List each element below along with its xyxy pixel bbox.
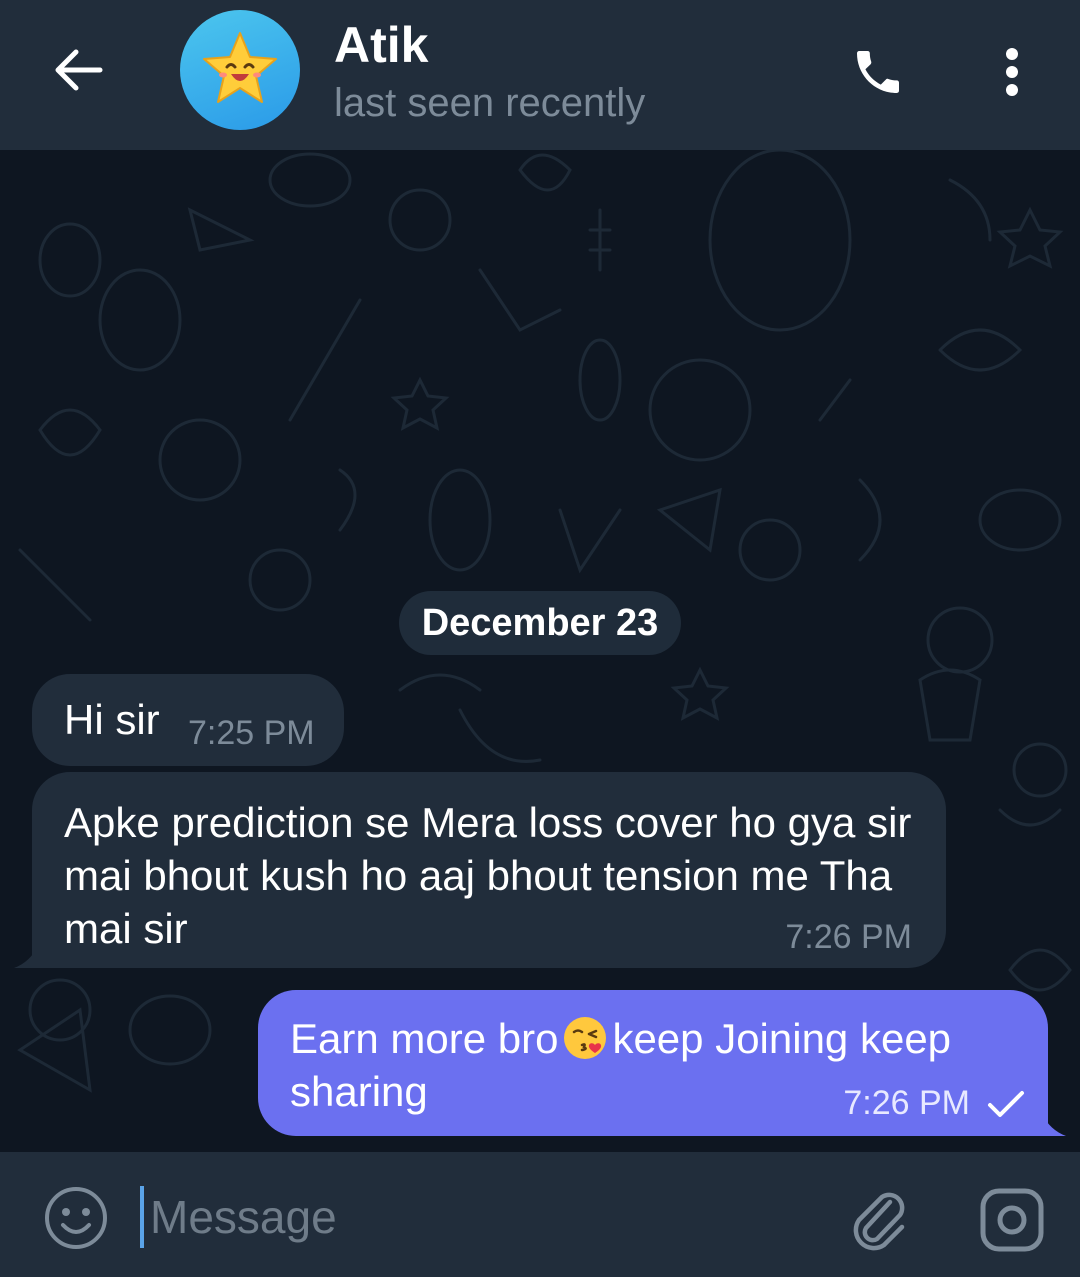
bubble-tail [1042,1114,1066,1136]
message-input[interactable] [140,1186,800,1248]
contact-status: last seen recently [334,81,646,125]
chat-header: Atik last seen recently [0,0,1080,150]
contact-avatar[interactable] [180,10,300,130]
bubble-tail [14,946,38,968]
attach-button[interactable] [844,1184,916,1256]
chat-area[interactable]: December 23 Hi sir 7:25 PM Apke predicti… [0,150,1080,1152]
more-options-button[interactable] [984,36,1040,108]
date-separator: December 23 [399,591,681,655]
incoming-message[interactable]: Hi sir 7:25 PM [32,674,344,766]
contact-name[interactable]: Atik [334,14,428,76]
message-time: 7:26 PM [843,1084,970,1122]
star-emoji-icon [203,32,277,103]
message-text-part: Earn more bro [290,1015,559,1062]
message-text: Hi sir [64,696,160,743]
emoji-button[interactable] [40,1182,112,1254]
camera-button[interactable] [976,1184,1048,1256]
call-button[interactable] [840,36,916,108]
paperclip-icon [853,1192,905,1251]
single-check-icon [988,1091,1024,1117]
message-composer [0,1152,1080,1277]
message-time: 7:25 PM [188,714,315,752]
outgoing-message[interactable]: Earn more bro keep Joining keep sharing 7… [258,990,1048,1136]
kissing-heart-emoji [564,1017,607,1059]
smiley-icon [45,1187,107,1249]
phone-icon [857,51,899,93]
back-button[interactable] [40,36,116,104]
more-vertical-icon [1006,48,1018,96]
message-time: 7:26 PM [785,918,912,956]
arrow-left-icon [55,49,103,91]
camera-icon [980,1188,1044,1252]
incoming-message[interactable]: Apke prediction se Mera loss cover ho gy… [32,772,946,968]
